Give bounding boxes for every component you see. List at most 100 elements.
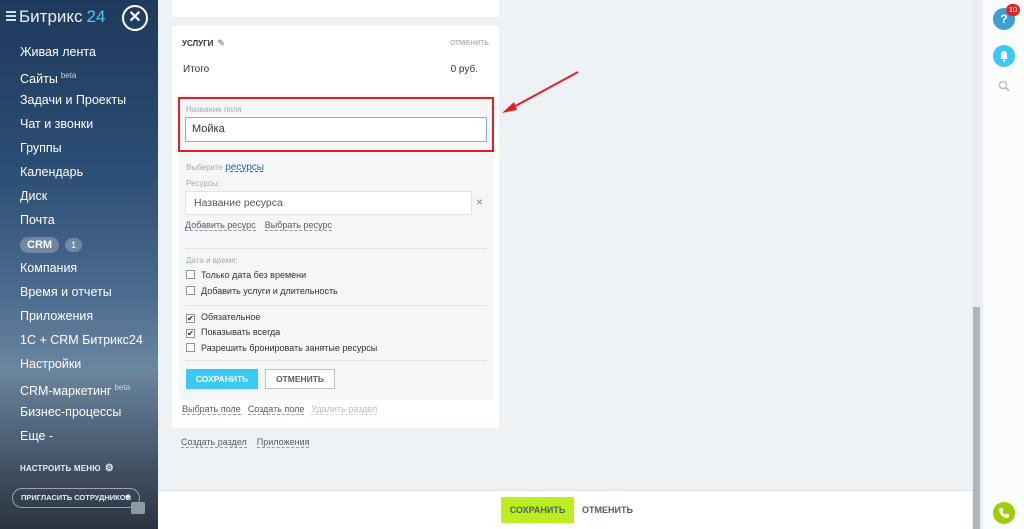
invite-label: ПРИГЛАСИТЬ СОТРУДНИКОВ bbox=[21, 493, 132, 502]
checkbox-label: Только дата без времени bbox=[201, 270, 307, 280]
checkmark-icon[interactable]: ✔ bbox=[186, 314, 195, 323]
sidebar-item-label: CRM-маркетинг bbox=[20, 384, 112, 399]
choose-resources-text: Выберите ресурсы bbox=[186, 162, 264, 173]
printer-icon[interactable] bbox=[131, 502, 145, 514]
card-previous bbox=[172, 0, 499, 17]
datetime-label: Дата и время: bbox=[186, 256, 238, 265]
sidebar-item-label: Настройки bbox=[20, 357, 82, 371]
sidebar-item-mail[interactable]: Почта bbox=[20, 208, 156, 232]
checkbox-label: Разрешить бронировать занятые ресурсы bbox=[201, 343, 378, 353]
checkbox-box[interactable] bbox=[186, 343, 195, 352]
card-action-links: Выбрать поле Создать поле Удалить раздел bbox=[182, 404, 384, 415]
total-value: 0 руб. bbox=[450, 64, 478, 75]
logo-num: 24 bbox=[86, 7, 106, 26]
sidebar-item-crm-marketing[interactable]: CRM-маркетинг beta bbox=[20, 376, 156, 400]
remove-resource-icon[interactable]: × bbox=[476, 195, 483, 209]
annotation-arrow-icon bbox=[502, 71, 579, 113]
logo[interactable]: Битрикс 24 bbox=[19, 7, 105, 27]
add-resource-link[interactable]: Добавить ресурс bbox=[185, 220, 256, 231]
checkbox-label: Обязательное bbox=[201, 312, 261, 322]
sidebar-item-groups[interactable]: Группы bbox=[20, 136, 156, 160]
sidebar-item-label: Группы bbox=[20, 141, 62, 155]
sidebar-item-label: Почта bbox=[20, 213, 55, 227]
checkbox-add-services[interactable]: Добавить услуги и длительность bbox=[186, 285, 338, 297]
close-icon[interactable]: ✕ bbox=[122, 5, 148, 31]
sidebar-item-label: Диск bbox=[20, 189, 48, 203]
sidebar-item-company[interactable]: Компания bbox=[20, 256, 156, 280]
sidebar-item-apps[interactable]: Приложения bbox=[20, 304, 156, 328]
sidebar-item-label: 1С + CRM Битрикс24 bbox=[20, 333, 143, 347]
divider bbox=[185, 248, 487, 249]
crm-count-badge: 1 bbox=[65, 238, 83, 252]
config-menu-button[interactable]: НАСТРОИТЬ МЕНЮ ⚙ bbox=[20, 463, 114, 474]
select-resource-link[interactable]: Выбрать ресурс bbox=[264, 220, 332, 231]
sidebar-item-label: Приложения bbox=[20, 309, 94, 323]
scrollbar-thumb[interactable] bbox=[973, 307, 980, 529]
sidebar-item-label: Календарь bbox=[20, 165, 84, 179]
sidebar-item-feed[interactable]: Живая лента bbox=[20, 40, 156, 64]
checkbox-date-only[interactable]: Только дата без времени bbox=[186, 269, 306, 281]
gear-icon: ⚙ bbox=[104, 463, 114, 474]
field-settings-panel: Название поля Мойка Выберите ресурсы Рес… bbox=[178, 94, 494, 400]
phone-icon[interactable] bbox=[993, 502, 1015, 524]
card-title-text: УСЛУГИ bbox=[182, 39, 214, 48]
sidebar-item-label: Задачи и Проекты bbox=[20, 93, 127, 107]
sidebar-item-calendar[interactable]: Календарь bbox=[20, 160, 156, 184]
checkbox-allow-busy[interactable]: Разрешить бронировать занятые ресурсы bbox=[186, 342, 377, 354]
delete-section-link: Удалить раздел bbox=[311, 404, 378, 415]
bell-icon[interactable] bbox=[993, 45, 1015, 67]
sidebar-item-label: Сайты bbox=[20, 72, 58, 87]
pencil-icon[interactable]: ✎ bbox=[217, 38, 225, 49]
create-field-link[interactable]: Создать поле bbox=[247, 404, 305, 415]
beta-badge: beta bbox=[114, 383, 131, 392]
sidebar-item-label: Живая лента bbox=[20, 45, 96, 59]
sidebar-item-time[interactable]: Время и отчеты bbox=[20, 280, 156, 304]
choose-resources-link[interactable]: ресурсы bbox=[225, 162, 264, 173]
sidebar-item-label: Компания bbox=[20, 261, 78, 275]
create-section-link[interactable]: Создать раздел bbox=[181, 437, 247, 448]
config-menu-label: НАСТРОИТЬ МЕНЮ bbox=[20, 464, 101, 473]
card-cancel-link[interactable]: отменить bbox=[450, 37, 489, 47]
checkbox-box[interactable] bbox=[186, 286, 195, 295]
apps-link[interactable]: Приложения bbox=[256, 437, 310, 448]
bottom-links: Создать раздел Приложения bbox=[181, 437, 319, 448]
sidebar-item-1c[interactable]: 1С + CRM Битрикс24 bbox=[20, 328, 156, 352]
sidebar-item-tasks[interactable]: Задачи и Проекты bbox=[20, 88, 156, 112]
sidebar-item-disk[interactable]: Диск bbox=[20, 184, 156, 208]
select-field-link[interactable]: Выбрать поле bbox=[182, 404, 241, 415]
right-toolbar: ? 10 bbox=[982, 0, 1024, 529]
help-badge: 10 bbox=[1006, 4, 1020, 16]
total-label: Итого bbox=[183, 64, 210, 75]
checkbox-required[interactable]: ✔ Обязательное bbox=[186, 311, 260, 323]
logo-main: Битрикс bbox=[19, 7, 83, 26]
choose-prefix: Выберите bbox=[186, 163, 223, 172]
invite-employees-button[interactable]: ПРИГЛАСИТЬ СОТРУДНИКОВ + bbox=[12, 488, 140, 508]
resource-name-input[interactable]: Название ресурса bbox=[185, 191, 472, 215]
resource-links: Добавить ресурс Выбрать ресурс bbox=[185, 220, 341, 231]
annotation-highlight-box bbox=[178, 97, 494, 152]
sidebar-item-crm[interactable]: CRM 1 bbox=[20, 232, 156, 256]
sidebar-item-bizproc[interactable]: Бизнес-процессы bbox=[20, 400, 156, 424]
sidebar-item-more[interactable]: Еще - bbox=[20, 424, 156, 448]
divider bbox=[185, 305, 487, 306]
hamburger-icon[interactable] bbox=[6, 11, 16, 21]
bottom-cancel-button[interactable]: ОТМЕНИТЬ bbox=[582, 497, 633, 523]
sidebar-item-sites[interactable]: Сайты beta bbox=[20, 64, 156, 88]
divider bbox=[185, 360, 487, 361]
checkbox-show-always[interactable]: ✔ Показывать всегда bbox=[186, 326, 280, 338]
cancel-button[interactable]: ОТМЕНИТЬ bbox=[265, 369, 335, 389]
sidebar-item-settings[interactable]: Настройки bbox=[20, 352, 156, 376]
search-icon[interactable] bbox=[998, 80, 1010, 92]
bottom-save-button[interactable]: СОХРАНИТЬ bbox=[501, 497, 574, 523]
sidebar-item-label: Бизнес-процессы bbox=[20, 405, 122, 419]
checkbox-box[interactable] bbox=[186, 270, 195, 279]
checkbox-label: Показывать всегда bbox=[201, 327, 281, 337]
logo-row: Битрикс 24 ✕ bbox=[6, 5, 152, 31]
resources-label: Ресурсы: bbox=[186, 179, 220, 188]
checkmark-icon[interactable]: ✔ bbox=[186, 329, 195, 338]
bottom-action-bar: СОХРАНИТЬ ОТМЕНИТЬ bbox=[158, 490, 972, 529]
sidebar-menu: Живая лента Сайты beta Задачи и Проекты Ч… bbox=[20, 40, 156, 448]
sidebar-item-chat[interactable]: Чат и звонки bbox=[20, 112, 156, 136]
sidebar-item-label: CRM bbox=[20, 237, 60, 253]
save-button[interactable]: СОХРАНИТЬ bbox=[186, 369, 258, 389]
